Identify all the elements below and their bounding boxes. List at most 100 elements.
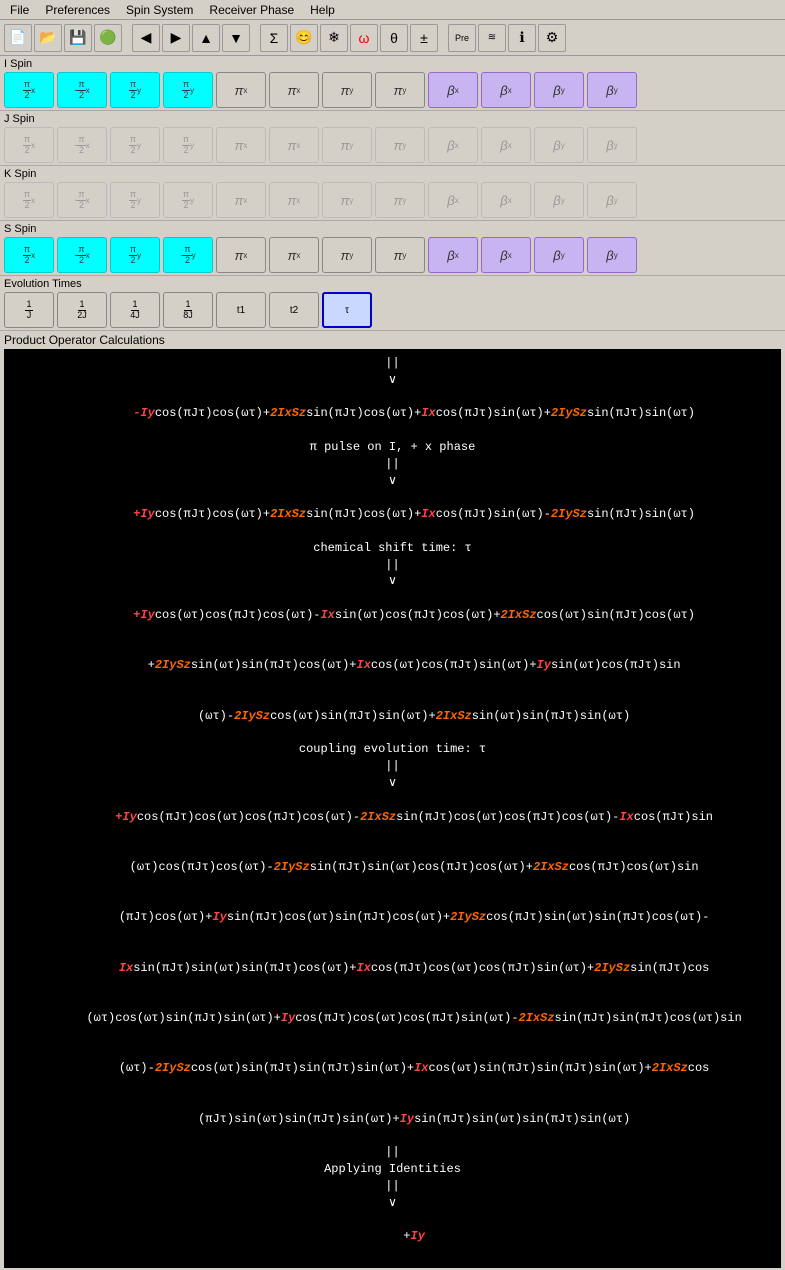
omega-button[interactable]: ω <box>350 24 378 52</box>
i-spin-btn-1[interactable]: -π2x <box>57 72 107 108</box>
i-spin-btn-7[interactable]: πy <box>375 72 425 108</box>
snowflake-button[interactable]: ❄ <box>320 24 348 52</box>
i-spin-btn-10[interactable]: βy <box>534 72 584 108</box>
j-spin-btn-11[interactable]: βy <box>587 127 637 163</box>
evo-btn-4j[interactable]: 14J <box>110 292 160 328</box>
i-spin-btn-4[interactable]: πx <box>216 72 266 108</box>
plusminus-button[interactable]: ± <box>410 24 438 52</box>
s-spin-btn-4[interactable]: πx <box>216 237 266 273</box>
s-spin-btn-1[interactable]: -π2x <box>57 237 107 273</box>
s-spin-btn-2[interactable]: π2y <box>110 237 160 273</box>
i-spin-btn-11[interactable]: βy <box>587 72 637 108</box>
calc-line-19: Ixsin(πJτ)sin(ωτ)sin(πJτ)cos(ωτ)+Ixcos(π… <box>10 943 775 993</box>
arrow-up-button[interactable]: ▲ <box>192 24 220 52</box>
menu-help[interactable]: Help <box>302 1 343 19</box>
calc-line-18: (πJτ)cos(ωτ)+Iysin(πJτ)cos(ωτ)sin(πJτ)co… <box>10 893 775 943</box>
sigma-button[interactable]: Σ <box>260 24 288 52</box>
j-spin-btn-1[interactable]: -π2x <box>57 127 107 163</box>
menubar: File Preferences Spin System Receiver Ph… <box>0 0 785 20</box>
s-spin-section: S Spin π2x -π2x π2y -π2y πx πx πy πy βx … <box>0 221 785 276</box>
s-spin-btn-0[interactable]: π2x <box>4 237 54 273</box>
j-spin-btn-4[interactable]: πx <box>216 127 266 163</box>
k-spin-btn-10[interactable]: βy <box>534 182 584 218</box>
k-spin-btn-11[interactable]: βy <box>587 182 637 218</box>
s-spin-btn-7[interactable]: πy <box>375 237 425 273</box>
info-button[interactable]: ℹ <box>508 24 536 52</box>
calc-line-6: +Iycos(πJτ)cos(ωτ)+2IxSzsin(πJτ)cos(ωτ)+… <box>10 489 775 539</box>
s-spin-btn-3[interactable]: -π2y <box>163 237 213 273</box>
evolution-label: Evolution Times <box>4 278 781 290</box>
arrow-down-button[interactable]: ▼ <box>222 24 250 52</box>
pre-button[interactable]: Pre <box>448 24 476 52</box>
j-spin-btn-2[interactable]: π2y <box>110 127 160 163</box>
calc-line-9: ∨ <box>10 573 775 590</box>
k-spin-btn-7[interactable]: πy <box>375 182 425 218</box>
calc-line-1: ∨ <box>10 372 775 389</box>
menu-file[interactable]: File <box>2 1 37 19</box>
i-spin-btn-5[interactable]: πx <box>269 72 319 108</box>
j-spin-btn-6[interactable]: πy <box>322 127 372 163</box>
s-spin-buttons: π2x -π2x π2y -π2y πx πx πy πy βx βx βy <box>4 237 781 273</box>
s-spin-btn-6[interactable]: πy <box>322 237 372 273</box>
calc-line-22: (πJτ)sin(ωτ)sin(πJτ)sin(ωτ)+Iysin(πJτ)si… <box>10 1094 775 1144</box>
j-spin-btn-0[interactable]: π2x <box>4 127 54 163</box>
k-spin-btn-6[interactable]: πy <box>322 182 372 218</box>
smiley-button[interactable]: 😊 <box>290 24 318 52</box>
i-spin-btn-2[interactable]: π2y <box>110 72 160 108</box>
k-spin-btn-4[interactable]: πx <box>216 182 266 218</box>
j-spin-btn-5[interactable]: πx <box>269 127 319 163</box>
j-spin-btn-8[interactable]: βx <box>428 127 478 163</box>
calc-line-12: (ωτ)-2IySzcos(ωτ)sin(πJτ)sin(ωτ)+2IxSzsi… <box>10 691 775 741</box>
calc-line-2: -Iycos(πJτ)cos(ωτ)+2IxSzsin(πJτ)cos(ωτ)+… <box>10 389 775 439</box>
calc-line-10: +Iycos(ωτ)cos(πJτ)cos(ωτ)-Ixsin(ωτ)cos(π… <box>10 590 775 640</box>
evo-btn-8j[interactable]: 18J <box>163 292 213 328</box>
new-button[interactable]: 📄 <box>4 24 32 52</box>
arrow-right-button[interactable]: ▶ <box>162 24 190 52</box>
evo-btn-t2[interactable]: t2 <box>269 292 319 328</box>
k-spin-btn-1[interactable]: -π2x <box>57 182 107 218</box>
i-spin-btn-8[interactable]: βx <box>428 72 478 108</box>
calc-line-11: +2IySzsin(ωτ)sin(πJτ)cos(ωτ)+Ixcos(ωτ)co… <box>10 641 775 691</box>
s-spin-btn-8[interactable]: βx <box>428 237 478 273</box>
s-spin-btn-9[interactable]: βx <box>481 237 531 273</box>
i-spin-label: I Spin <box>4 58 781 70</box>
i-spin-btn-3[interactable]: π2y <box>163 72 213 108</box>
menu-receiver-phase[interactable]: Receiver Phase <box>201 1 302 19</box>
calc-line-21: (ωτ)-2IySzcos(ωτ)sin(πJτ)sin(πJτ)sin(ωτ)… <box>10 1044 775 1094</box>
arrow-left-button[interactable]: ◀ <box>132 24 160 52</box>
j-spin-btn-10[interactable]: βy <box>534 127 584 163</box>
k-spin-btn-3[interactable]: π2y <box>163 182 213 218</box>
evo-btn-tau[interactable]: τ <box>322 292 372 328</box>
settings-button[interactable]: ⚙ <box>538 24 566 52</box>
menu-preferences[interactable]: Preferences <box>37 1 118 19</box>
green-button[interactable]: 🟢 <box>94 24 122 52</box>
s-spin-btn-5[interactable]: πx <box>269 237 319 273</box>
k-spin-btn-5[interactable]: πx <box>269 182 319 218</box>
evo-btn-t1[interactable]: t1 <box>216 292 266 328</box>
evo-btn-2j[interactable]: 12J <box>57 292 107 328</box>
k-spin-buttons: π2x -π2x π2y π2y πx πx πy πy βx βx βy <box>4 182 781 218</box>
k-spin-btn-0[interactable]: π2x <box>4 182 54 218</box>
i-spin-btn-0[interactable]: π2x <box>4 72 54 108</box>
calc-line-16: +Iycos(πJτ)cos(ωτ)cos(πJτ)cos(ωτ)-2IxSzs… <box>10 792 775 842</box>
s-spin-btn-11[interactable]: βy <box>587 237 637 273</box>
theta-button[interactable]: θ <box>380 24 408 52</box>
j-spin-btn-7[interactable]: πy <box>375 127 425 163</box>
wave-button[interactable]: ≋ <box>478 24 506 52</box>
menu-spin-system[interactable]: Spin System <box>118 1 201 19</box>
evo-btn-1j[interactable]: 1J <box>4 292 54 328</box>
save-button[interactable]: 💾 <box>64 24 92 52</box>
s-spin-btn-10[interactable]: βy <box>534 237 584 273</box>
j-spin-btn-3[interactable]: π2y <box>163 127 213 163</box>
k-spin-btn-2[interactable]: π2y <box>110 182 160 218</box>
calc-line-14: || <box>10 758 775 775</box>
calc-line-0: || <box>10 355 775 372</box>
k-spin-btn-8[interactable]: βx <box>428 182 478 218</box>
calc-line-7: chemical shift time: τ <box>10 540 775 557</box>
k-spin-btn-9[interactable]: βx <box>481 182 531 218</box>
i-spin-btn-6[interactable]: πy <box>322 72 372 108</box>
i-spin-btn-9[interactable]: βx <box>481 72 531 108</box>
j-spin-btn-9[interactable]: βx <box>481 127 531 163</box>
s-spin-label: S Spin <box>4 223 781 235</box>
open-button[interactable]: 📂 <box>34 24 62 52</box>
